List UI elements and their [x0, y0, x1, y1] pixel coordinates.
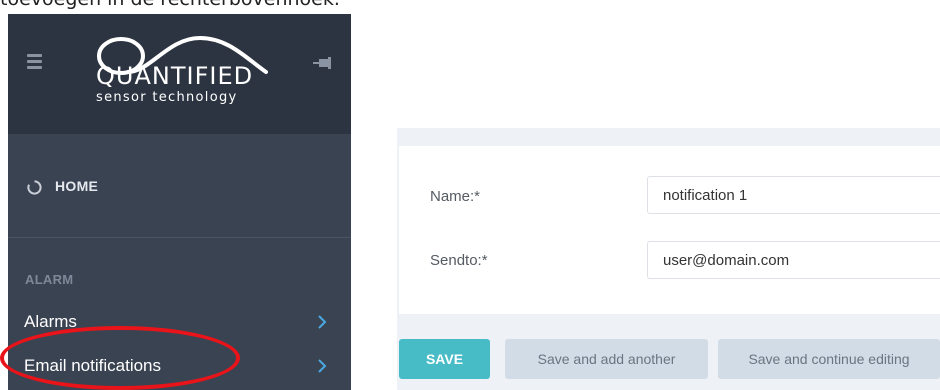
- sidebar-header: QUANTIFIED sensor technology: [8, 14, 351, 134]
- brand-name: QUANTIFIED: [96, 62, 254, 90]
- page-caption-text: toevoegen in de rechterbovenhoek.: [0, 0, 340, 10]
- name-input[interactable]: [647, 176, 940, 214]
- sidebar-item-label: Alarms: [24, 312, 77, 331]
- sidebar-item-label: HOME: [55, 178, 99, 194]
- chevron-right-icon: [318, 359, 327, 373]
- sidebar: QUANTIFIED sensor technology HOME ALARM …: [8, 14, 351, 390]
- sidebar-section-label: ALARM: [25, 272, 74, 287]
- circle-arrow-icon: [27, 180, 42, 195]
- sidebar-item-label: Email notifications: [24, 356, 162, 375]
- sidebar-item-home[interactable]: HOME: [8, 156, 351, 216]
- brand-tagline: sensor technology: [96, 90, 238, 105]
- sidebar-item-email-notifications[interactable]: Email notifications: [8, 350, 351, 384]
- sidebar-divider: [8, 237, 351, 238]
- save-and-add-another-button[interactable]: Save and add another: [505, 339, 708, 379]
- sendto-input[interactable]: [647, 241, 940, 279]
- save-button[interactable]: SAVE: [399, 339, 490, 379]
- name-label: Name:*: [430, 188, 481, 205]
- chevron-right-icon: [318, 315, 327, 329]
- screenshot: toevoegen in de rechterbovenhoek. QUANTI…: [0, 0, 940, 390]
- sidebar-item-alarms[interactable]: Alarms: [8, 306, 351, 340]
- sendto-label: Sendto:*: [430, 252, 488, 269]
- save-and-continue-editing-button[interactable]: Save and continue editing: [718, 339, 940, 379]
- hamburger-icon[interactable]: [27, 54, 42, 69]
- form-card: [399, 146, 940, 314]
- pin-icon[interactable]: [313, 56, 335, 70]
